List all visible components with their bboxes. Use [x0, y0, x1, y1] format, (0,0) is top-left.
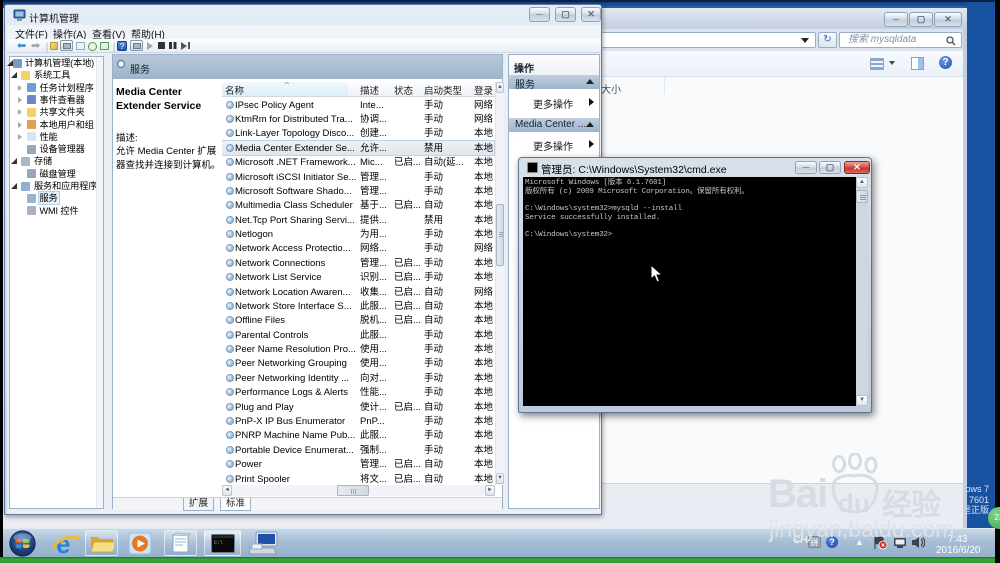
svg-text:C:\: C:\ — [214, 540, 223, 546]
